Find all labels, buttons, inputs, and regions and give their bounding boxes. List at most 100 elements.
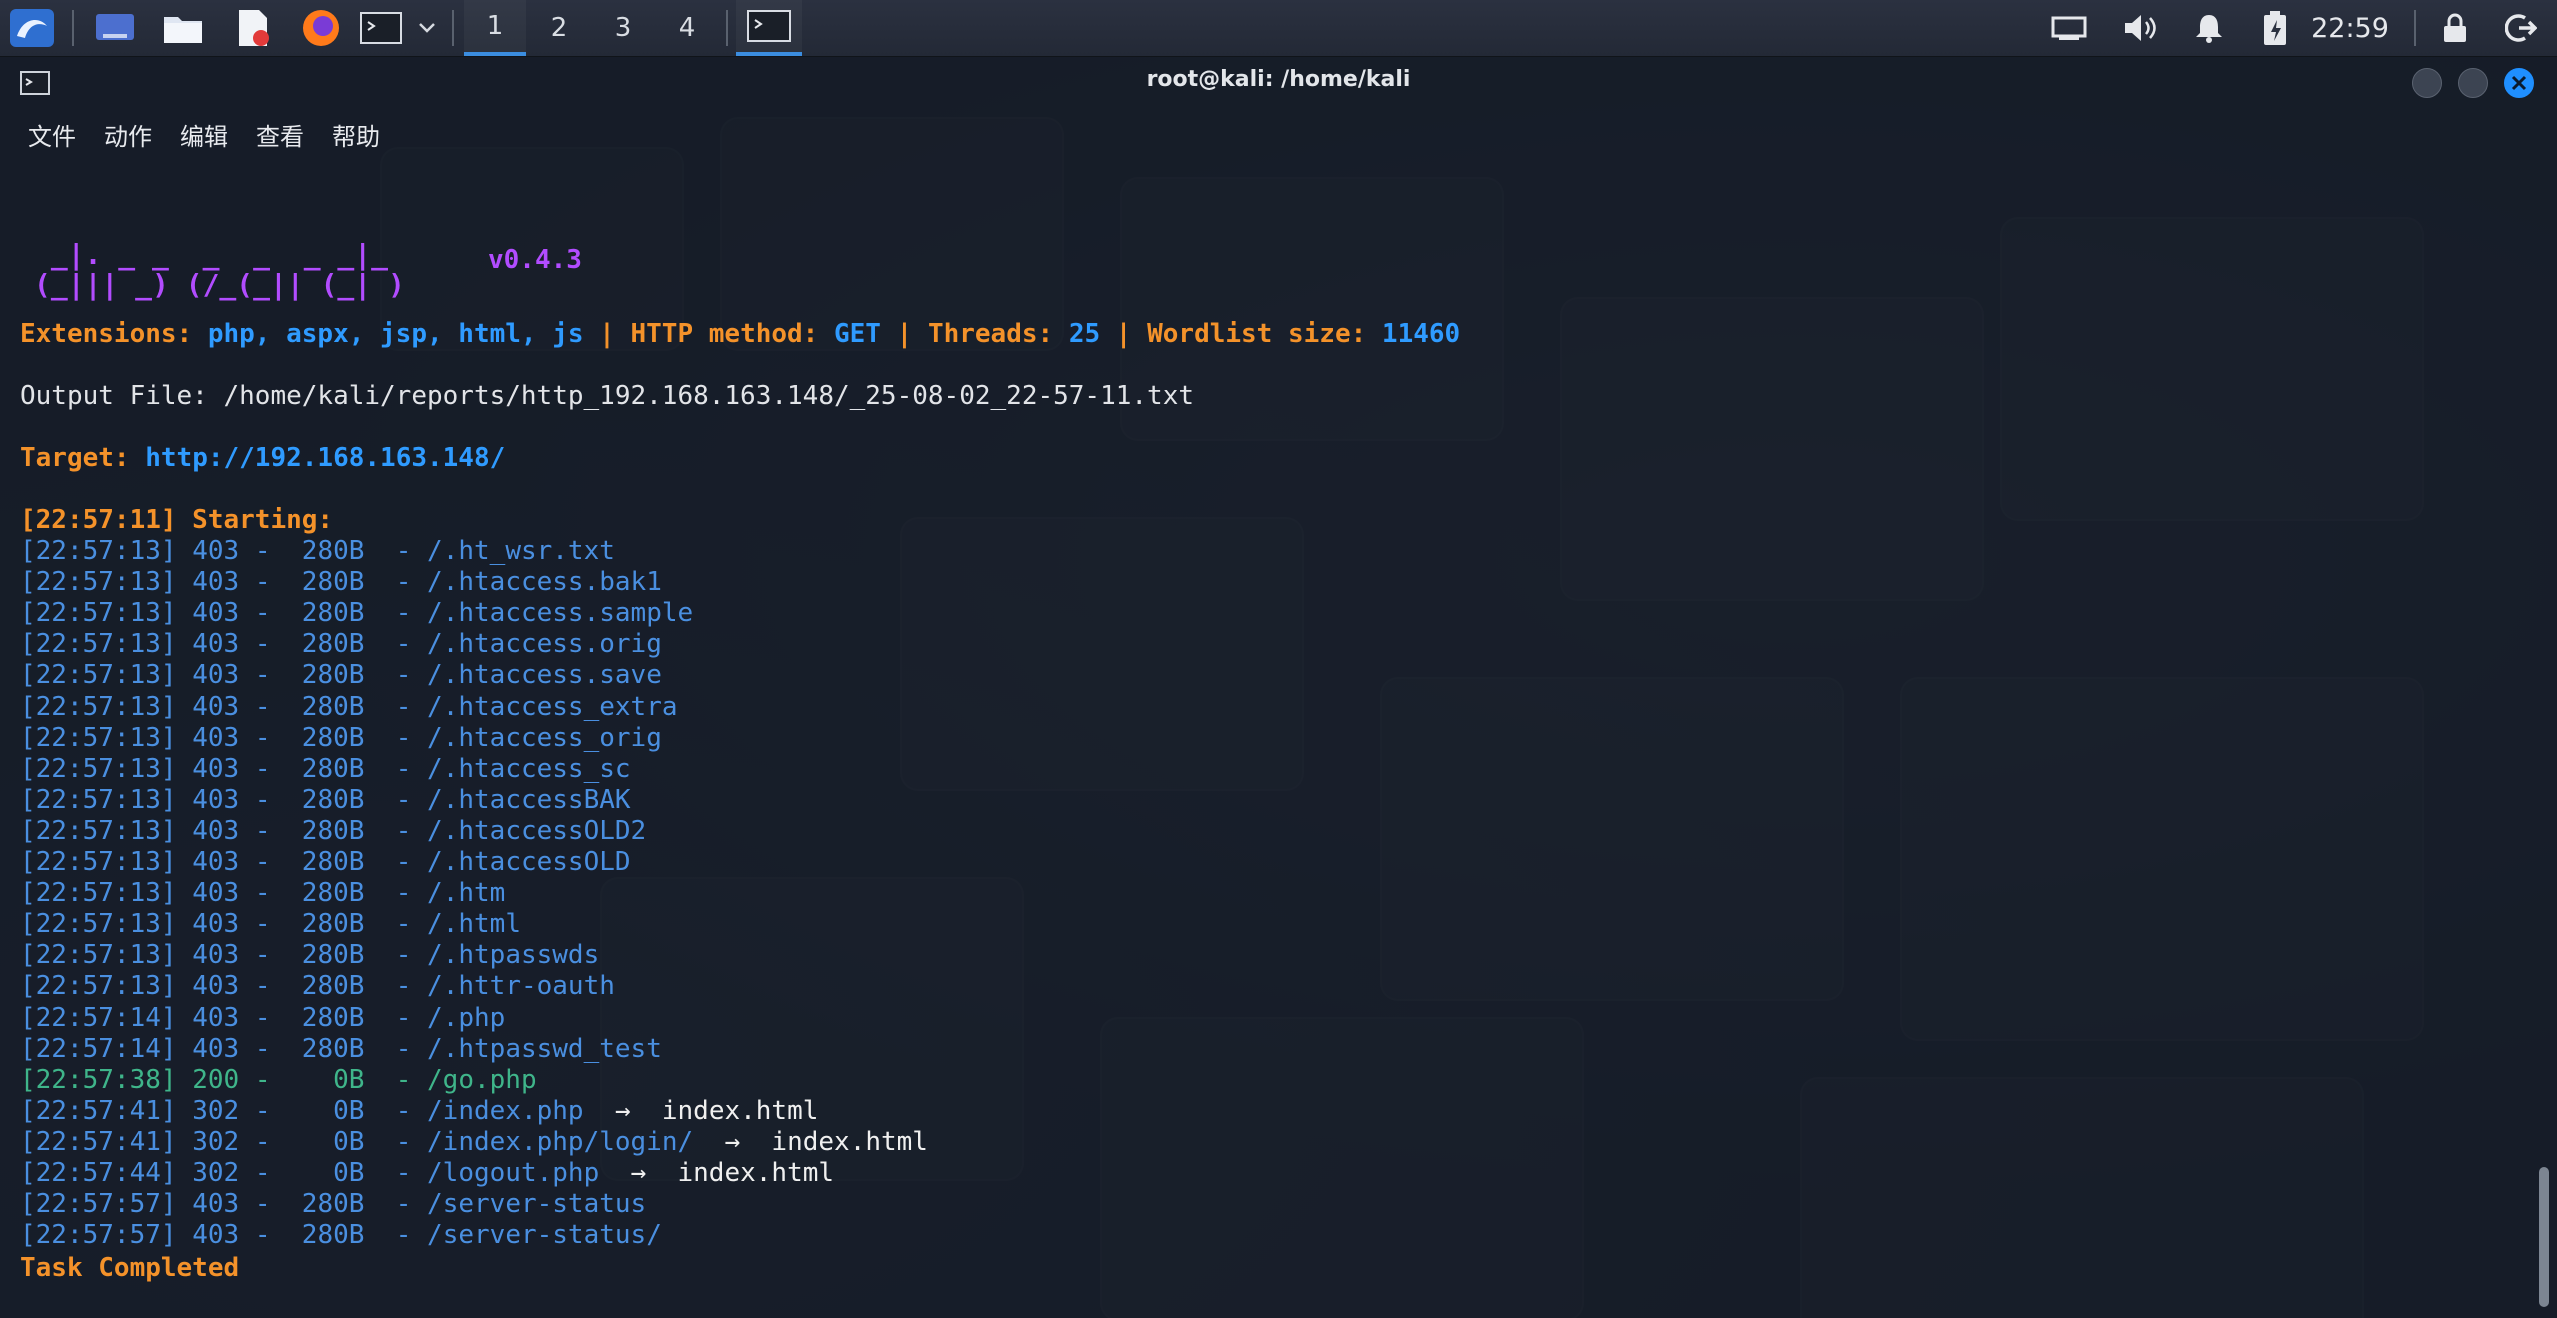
dropdown-chevron-icon[interactable] <box>410 0 444 56</box>
active-terminal-icon[interactable] <box>736 0 802 56</box>
result-time: [22:57:41] <box>20 1095 177 1126</box>
workspace-4[interactable]: 4 <box>656 0 718 56</box>
target-line: Target: http://192.168.163.148/ <box>20 443 505 474</box>
result-row: [22:57:13] 403 - 280B - /.html <box>20 909 521 940</box>
clock[interactable]: 22:59 <box>2300 0 2400 56</box>
info-line: Extensions: php, aspx, jsp, html, js | H… <box>20 319 1460 350</box>
result-path: /.htaccess.sample <box>427 598 694 629</box>
spacer: - <box>364 1126 428 1157</box>
result-path: /.htaccessBAK <box>427 784 631 815</box>
result-size: 280B <box>301 722 365 753</box>
spacer: - <box>239 847 302 877</box>
logout-icon[interactable] <box>2496 0 2546 56</box>
result-time: [22:57:13] <box>20 598 177 629</box>
result-row: [22:57:13] 403 - 280B - /.htaccess.bak1 <box>20 567 662 598</box>
window-titlebar[interactable]: root@kali: /home/kali <box>0 57 2557 109</box>
result-size: 280B <box>301 1002 365 1033</box>
result-path: /.htpasswd_test <box>427 1033 662 1064</box>
spacer: - <box>364 691 428 722</box>
spacer: - <box>239 753 302 784</box>
workspace-2[interactable]: 2 <box>528 0 590 56</box>
result-time: [22:57:13] <box>20 629 177 660</box>
maximize-button[interactable] <box>2458 68 2488 98</box>
desktop-icon[interactable] <box>90 0 140 56</box>
spacer: - <box>364 1189 428 1220</box>
menu-action[interactable]: 动作 <box>104 117 152 152</box>
result-status: 302 <box>192 1158 240 1188</box>
menu-file[interactable]: 文件 <box>28 117 76 152</box>
workspace-3[interactable]: 3 <box>592 0 654 56</box>
result-time: [22:57:13] <box>20 971 177 1002</box>
menu-edit[interactable]: 编辑 <box>180 117 228 152</box>
spacer: - <box>239 1158 334 1188</box>
workspace-3-label: 3 <box>614 13 632 43</box>
spacer: - <box>364 1002 428 1033</box>
result-status: 403 <box>192 1220 240 1251</box>
spacer: - <box>364 940 428 971</box>
result-redirect: index.html <box>771 1126 928 1157</box>
result-time: [22:57:13] <box>20 878 177 909</box>
result-path: /go.php <box>427 1064 537 1095</box>
result-status: 403 <box>192 784 240 815</box>
sep-2: | <box>880 319 928 349</box>
notification-bell-icon[interactable] <box>2184 0 2234 56</box>
text-editor-icon[interactable] <box>228 0 278 56</box>
kali-menu-icon[interactable] <box>4 0 60 56</box>
result-size: 280B <box>301 940 365 971</box>
result-size: 280B <box>301 909 365 940</box>
workspace-1[interactable]: 1 <box>464 0 526 56</box>
result-path: /.htaccess_extra <box>427 691 678 722</box>
result-status: 403 <box>192 536 240 566</box>
file-manager-icon[interactable] <box>158 0 208 56</box>
spacer: - <box>364 598 428 629</box>
spacer: - <box>239 722 302 753</box>
close-button[interactable] <box>2504 68 2534 98</box>
volume-icon[interactable] <box>2116 0 2166 56</box>
menu-view[interactable]: 查看 <box>256 117 304 152</box>
spacer: - <box>364 536 428 566</box>
result-status: 403 <box>192 598 240 629</box>
result-time: [22:57:57] <box>20 1220 177 1251</box>
result-size: 280B <box>301 847 365 877</box>
spacer: - <box>239 629 302 660</box>
minimize-button[interactable] <box>2412 68 2442 98</box>
result-size: 280B <box>301 691 365 722</box>
result-status: 403 <box>192 660 240 691</box>
result-row: [22:57:13] 403 - 280B - /.htpasswds <box>20 940 599 971</box>
result-path: /.htaccess.bak1 <box>427 567 662 598</box>
spacer: - <box>239 567 302 598</box>
ext-value: php, aspx, jsp, html, js <box>207 319 584 349</box>
spacer: - <box>239 1189 302 1220</box>
network-icon[interactable] <box>2044 0 2094 56</box>
lock-icon[interactable] <box>2430 0 2480 56</box>
terminal-output[interactable]: _|. _ _ _ _ _ _|_ (_||| _) (/_(_|| (_| )… <box>20 161 2517 1283</box>
redirect-arrow: → <box>630 1158 647 1188</box>
result-path: /.htaccess.orig <box>427 629 662 660</box>
battery-icon <box>2250 0 2300 56</box>
firefox-icon[interactable] <box>296 0 346 56</box>
terminal-icon[interactable] <box>356 0 406 56</box>
result-row: [22:57:13] 403 - 280B - /.htm <box>20 878 505 909</box>
spacer: - <box>364 847 428 877</box>
spacer: - <box>364 1033 428 1064</box>
result-time: [22:57:13] <box>20 722 177 753</box>
result-size: 280B <box>301 536 365 566</box>
result-time: [22:57:13] <box>20 784 177 815</box>
spacer: - <box>364 1220 428 1251</box>
menu-help[interactable]: 帮助 <box>332 117 380 152</box>
spacer: - <box>239 784 302 815</box>
result-path: /.htaccess.save <box>427 660 662 691</box>
result-status: 302 <box>192 1095 240 1126</box>
scrollbar-thumb[interactable] <box>2539 1167 2549 1307</box>
spacer: - <box>364 878 428 909</box>
